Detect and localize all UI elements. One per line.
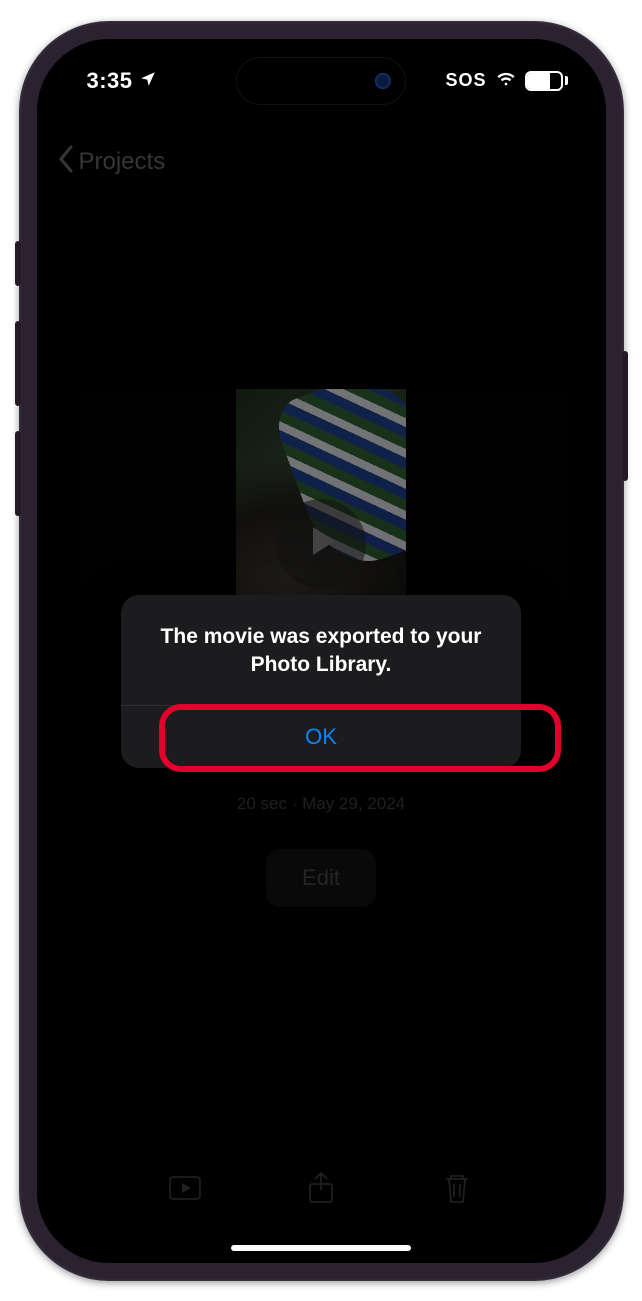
screen: Projects 20 sec · May 29, 2024 Edit (37, 39, 606, 1263)
status-time: 3:35 (87, 68, 133, 94)
alert-ok-button[interactable]: OK (121, 706, 521, 768)
location-icon (139, 68, 157, 94)
side-button-power (622, 351, 628, 481)
sos-indicator: SOS (445, 70, 486, 91)
alert-message: The movie was exported to your Photo Lib… (121, 595, 521, 706)
battery-indicator: 70 (525, 71, 568, 91)
camera-lens-icon (375, 73, 391, 89)
battery-percent: 70 (527, 73, 561, 89)
side-button-volume-down (15, 431, 21, 516)
export-alert: The movie was exported to your Photo Lib… (121, 595, 521, 769)
dynamic-island (236, 57, 406, 105)
iphone-frame: Projects 20 sec · May 29, 2024 Edit (19, 21, 624, 1281)
wifi-icon (495, 67, 517, 95)
side-button-action (15, 241, 21, 286)
home-indicator (231, 1245, 411, 1251)
side-button-volume-up (15, 321, 21, 406)
